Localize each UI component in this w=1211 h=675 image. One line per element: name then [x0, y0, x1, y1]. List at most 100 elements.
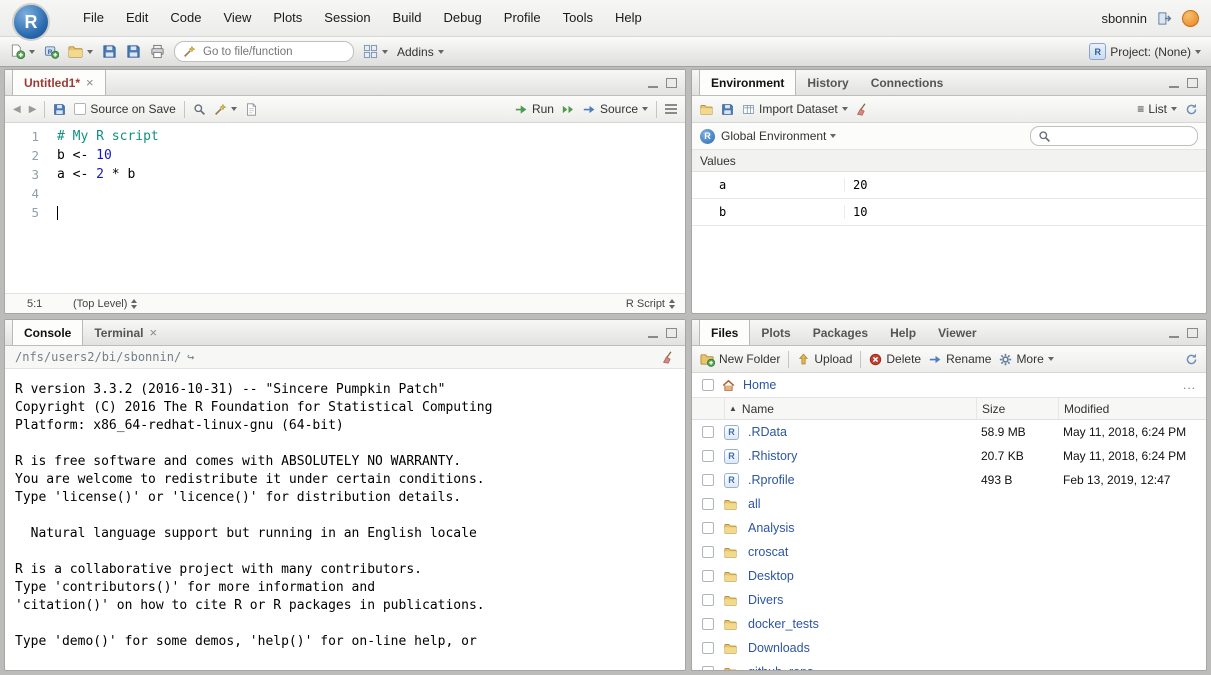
file-checkbox[interactable]	[702, 450, 714, 462]
source-on-save-checkbox[interactable]: Source on Save	[74, 102, 175, 116]
maximize-pane-icon[interactable]	[666, 78, 677, 88]
environment-scope-selector[interactable]: Global Environment	[721, 129, 836, 143]
tab-connections[interactable]: Connections	[860, 70, 955, 95]
tab-untitled1[interactable]: Untitled1* ×	[12, 70, 106, 95]
column-header-modified[interactable]: Modified	[1058, 398, 1206, 419]
filetype-selector[interactable]: R Script	[626, 298, 675, 310]
back-icon[interactable]: ◀	[13, 104, 21, 115]
console-output-area[interactable]: R version 3.3.2 (2016-10-31) -- "Sincere…	[5, 369, 685, 670]
menu-profile[interactable]: Profile	[493, 0, 552, 36]
delete-button[interactable]: Delete	[869, 352, 921, 366]
file-checkbox[interactable]	[702, 426, 714, 438]
new-project-button[interactable]	[44, 44, 59, 59]
column-header-size[interactable]: Size	[976, 398, 1058, 419]
save-source-icon[interactable]	[53, 103, 66, 116]
file-row[interactable]: .Rhistory 20.7 KB May 11, 2018, 6:24 PM	[692, 444, 1206, 468]
find-replace-button[interactable]	[193, 103, 206, 116]
close-icon[interactable]: ×	[86, 75, 94, 90]
menu-debug[interactable]: Debug	[432, 0, 492, 36]
close-icon[interactable]: ×	[149, 325, 157, 340]
minimize-pane-icon[interactable]	[1169, 328, 1179, 338]
document-outline-icon[interactable]	[665, 104, 677, 114]
more-button[interactable]: More	[999, 352, 1053, 366]
menu-file[interactable]: File	[72, 0, 115, 36]
tab-environment[interactable]: Environment	[699, 70, 796, 95]
menu-help[interactable]: Help	[604, 0, 653, 36]
clear-console-broom-icon[interactable]	[662, 351, 675, 364]
path-ellipsis-button[interactable]: ...	[1183, 378, 1196, 392]
sign-out-icon[interactable]	[1157, 11, 1172, 26]
compile-report-button[interactable]	[245, 103, 258, 116]
tab-plots[interactable]: Plots	[750, 320, 801, 345]
file-row[interactable]: .Rprofile 493 B Feb 13, 2019, 12:47	[692, 468, 1206, 492]
goto-file-function-input[interactable]	[201, 45, 345, 59]
file-checkbox[interactable]	[702, 570, 714, 582]
code-editor[interactable]: 12345 # My R scriptb <- 10a <- 2 * b	[5, 123, 685, 293]
maximize-pane-icon[interactable]	[1187, 78, 1198, 88]
tab-console[interactable]: Console	[12, 320, 83, 345]
file-checkbox[interactable]	[702, 546, 714, 558]
file-name[interactable]: Analysis	[748, 521, 976, 535]
environment-row[interactable]: a 20	[692, 172, 1206, 199]
file-row[interactable]: docker_tests	[692, 612, 1206, 636]
new-file-button[interactable]	[10, 44, 35, 59]
file-row[interactable]: github_reps	[692, 660, 1206, 670]
file-name[interactable]: .Rhistory	[748, 449, 976, 463]
import-dataset-button[interactable]: Import Dataset	[742, 102, 848, 116]
file-name[interactable]: .RData	[748, 425, 976, 439]
file-row[interactable]: croscat	[692, 540, 1206, 564]
pane-layout-button[interactable]	[363, 44, 388, 59]
menu-code[interactable]: Code	[159, 0, 212, 36]
breadcrumb-home[interactable]: Home	[743, 378, 776, 392]
maximize-pane-icon[interactable]	[666, 328, 677, 338]
menu-tools[interactable]: Tools	[552, 0, 604, 36]
file-name[interactable]: Divers	[748, 593, 976, 607]
menu-plots[interactable]: Plots	[262, 0, 313, 36]
file-checkbox[interactable]	[702, 594, 714, 606]
forward-icon[interactable]: ▶	[29, 104, 37, 115]
select-all-checkbox[interactable]	[702, 379, 714, 391]
rename-button[interactable]: Rename	[929, 352, 991, 366]
file-checkbox[interactable]	[702, 666, 714, 670]
file-row[interactable]: Downloads	[692, 636, 1206, 660]
file-name[interactable]: all	[748, 497, 976, 511]
addins-button[interactable]: Addins	[397, 45, 444, 59]
maximize-pane-icon[interactable]	[1187, 328, 1198, 338]
refresh-icon[interactable]	[1185, 353, 1198, 366]
file-row[interactable]: all	[692, 492, 1206, 516]
file-name[interactable]: github_reps	[748, 665, 976, 670]
environment-row[interactable]: b 10	[692, 199, 1206, 226]
run-button[interactable]: Run	[515, 102, 554, 116]
file-name[interactable]: docker_tests	[748, 617, 976, 631]
quit-session-button[interactable]	[1182, 10, 1199, 27]
tab-packages[interactable]: Packages	[802, 320, 879, 345]
environment-search-input[interactable]	[1056, 129, 1190, 143]
code-tools-button[interactable]	[214, 103, 237, 116]
file-checkbox[interactable]	[702, 642, 714, 654]
save-button[interactable]	[102, 44, 117, 59]
open-file-button[interactable]	[68, 44, 93, 59]
go-to-directory-icon[interactable]: ↪	[187, 350, 194, 364]
refresh-icon[interactable]	[1185, 103, 1198, 116]
file-name[interactable]: .Rprofile	[748, 473, 976, 487]
menu-edit[interactable]: Edit	[115, 0, 159, 36]
upload-button[interactable]: Upload	[797, 352, 852, 366]
environment-view-button[interactable]: ≡ List	[1137, 102, 1177, 116]
clear-environment-button[interactable]	[856, 103, 869, 116]
tab-terminal[interactable]: Terminal ×	[83, 320, 168, 345]
file-name[interactable]: croscat	[748, 545, 976, 559]
save-all-button[interactable]	[126, 44, 141, 59]
menu-view[interactable]: View	[212, 0, 262, 36]
file-checkbox[interactable]	[702, 498, 714, 510]
save-workspace-button[interactable]	[721, 103, 734, 116]
tab-files[interactable]: Files	[699, 320, 750, 345]
tab-history[interactable]: History	[796, 70, 859, 95]
file-name[interactable]: Desktop	[748, 569, 976, 583]
menu-session[interactable]: Session	[313, 0, 381, 36]
file-checkbox[interactable]	[702, 474, 714, 486]
file-checkbox[interactable]	[702, 522, 714, 534]
file-row[interactable]: Desktop	[692, 564, 1206, 588]
minimize-pane-icon[interactable]	[648, 78, 658, 88]
file-row[interactable]: Divers	[692, 588, 1206, 612]
minimize-pane-icon[interactable]	[1169, 78, 1179, 88]
